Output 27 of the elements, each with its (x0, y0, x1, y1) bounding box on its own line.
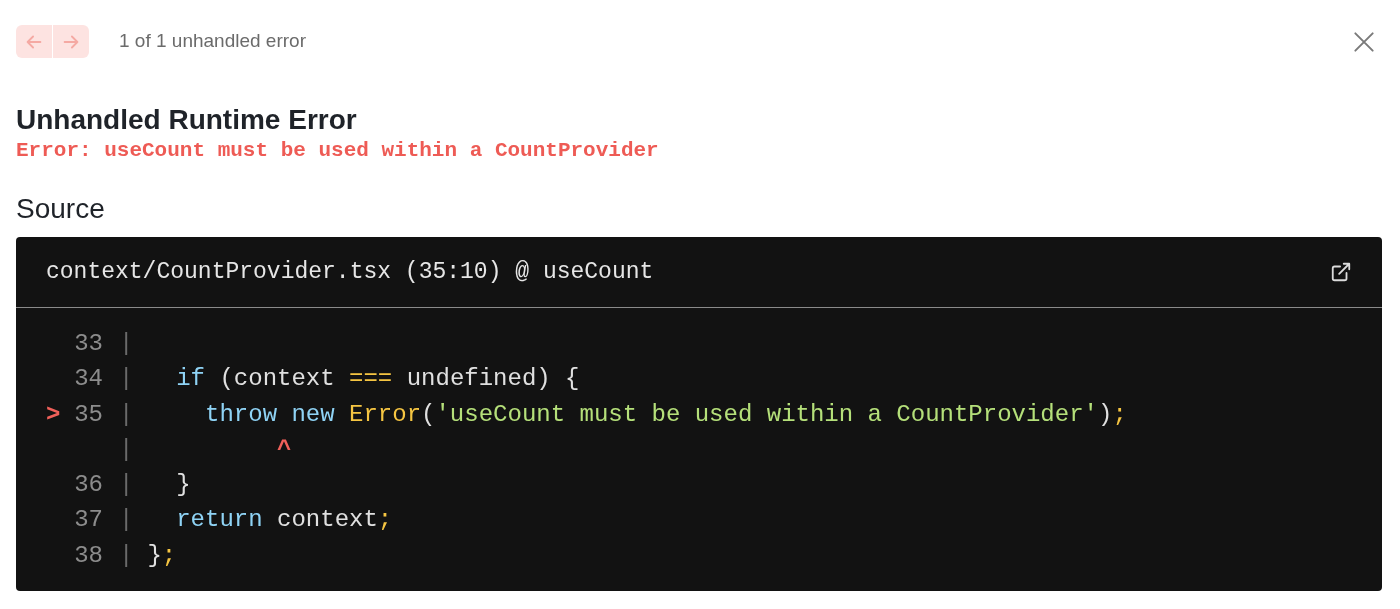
code-line: } (175, 470, 191, 501)
gutter-separator: | (119, 505, 134, 536)
error-message: Error: useCount must be used within a CountProvider (16, 138, 660, 164)
gutter-separator: | (119, 399, 134, 430)
code-line: }; (147, 540, 177, 571)
line-number: 37 (74, 506, 103, 534)
gutter-separator: | (119, 540, 134, 571)
line-number: 38 (74, 541, 103, 569)
gutter-separator: | (119, 434, 134, 465)
gutter-separator: | (119, 329, 134, 359)
code-line: if (context === undefined) { (175, 364, 580, 395)
line-number: 34 (74, 365, 103, 393)
source-heading: Source (16, 192, 106, 226)
line-number: 36 (74, 471, 103, 499)
line-number: 35 (74, 400, 103, 428)
line-number: 33 (74, 330, 103, 357)
code-line: throw new Error('useCount must be used within a CountProvider'); (204, 399, 1127, 430)
external-link-icon (1330, 261, 1352, 283)
code-line: ^ (276, 434, 292, 465)
open-in-editor-button[interactable] (1330, 261, 1352, 283)
error-counter: 1 of 1 unhandled error (119, 29, 306, 54)
gutter-separator: | (119, 470, 134, 501)
error-line-marker: > (46, 400, 61, 428)
gutter-separator: | (119, 364, 134, 395)
code-line: return context; (175, 505, 393, 536)
source-file-path: context/CountProvider.tsx (35:10) @ useCount (46, 257, 654, 287)
error-title: Unhandled Runtime Error (16, 103, 358, 137)
